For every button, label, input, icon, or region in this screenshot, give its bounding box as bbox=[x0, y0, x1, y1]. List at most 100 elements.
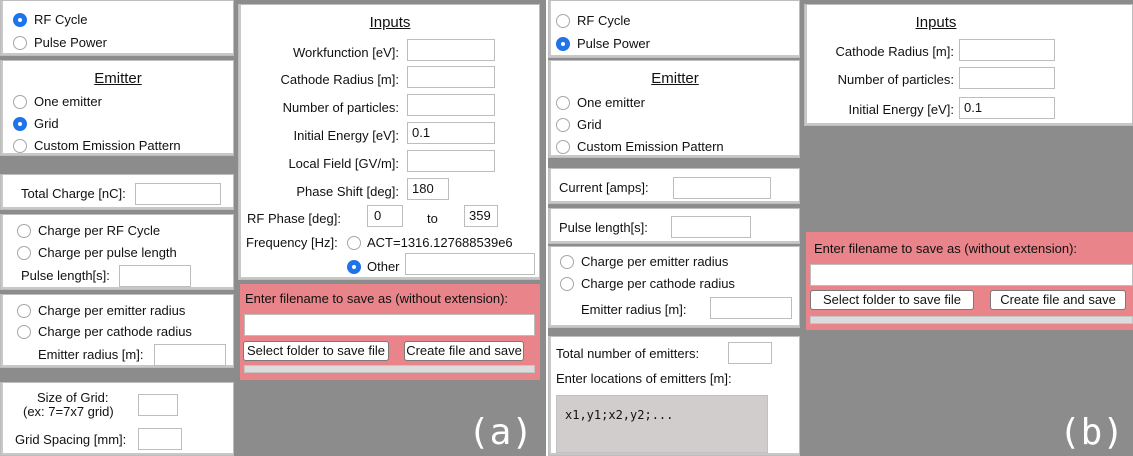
emitter-radius-label: Emitter radius [m]: bbox=[38, 347, 144, 362]
emitter-title: Emitter bbox=[94, 70, 142, 87]
workfunction-input[interactable] bbox=[407, 39, 495, 61]
emitter-grid-radio[interactable] bbox=[13, 117, 27, 131]
phase-shift-label: Phase Shift [deg]: bbox=[296, 184, 399, 199]
panel-label-a: (a) bbox=[468, 412, 534, 453]
total-charge-input[interactable] bbox=[135, 183, 221, 205]
charge-radius-box: Charge per emitter radius Charge per cat… bbox=[0, 294, 234, 368]
inputs-title: Inputs bbox=[915, 14, 957, 31]
cathode-radius-label: Cathode Radius [m]: bbox=[280, 72, 399, 87]
initial-energy-label: Initial Energy [eV]: bbox=[293, 128, 400, 143]
charge-pulse-label: Charge per pulse length bbox=[38, 245, 177, 260]
cathode-radius-input[interactable] bbox=[959, 39, 1055, 61]
panel-b: RF Cycle Pulse Power Emitter One emitter… bbox=[548, 0, 1133, 456]
charge-cathode-radius-radio[interactable] bbox=[17, 325, 31, 339]
num-particles-input[interactable] bbox=[407, 94, 495, 116]
emitter-radius-input[interactable] bbox=[154, 344, 226, 366]
mode-pulse-label: Pulse Power bbox=[34, 35, 107, 50]
inputs-box: Inputs Cathode Radius [m]: Number of par… bbox=[804, 4, 1133, 126]
emitter-radius-label: Emitter radius [m]: bbox=[581, 302, 687, 317]
save-scrollbar[interactable] bbox=[810, 316, 1133, 324]
charge-cathode-radius-label: Charge per cathode radius bbox=[581, 276, 735, 291]
total-charge-label: Total Charge [nC]: bbox=[21, 186, 126, 201]
charge-cathode-radius-radio[interactable] bbox=[560, 277, 574, 291]
freq-act-radio[interactable] bbox=[347, 236, 361, 250]
charge-radius-box: Charge per emitter radius Charge per cat… bbox=[548, 246, 800, 328]
filename-prompt: Enter filename to save as (without exten… bbox=[245, 291, 509, 306]
emitter-one-radio[interactable] bbox=[556, 96, 570, 110]
pulse-length-label: Pulse length[s]: bbox=[21, 268, 110, 283]
initial-energy-input[interactable]: 0.1 bbox=[407, 122, 495, 144]
charge-cathode-radius-label: Charge per cathode radius bbox=[38, 324, 192, 339]
freq-other-radio[interactable] bbox=[347, 260, 361, 274]
pulse-length-input[interactable] bbox=[119, 265, 191, 287]
emitter-grid-label: Grid bbox=[34, 116, 59, 131]
local-field-label: Local Field [GV/m]: bbox=[288, 156, 399, 171]
rf-phase-from-input[interactable]: 0 bbox=[367, 205, 403, 227]
pulse-length-box: Pulse length[s]: bbox=[548, 208, 800, 244]
charge-emitter-radius-radio[interactable] bbox=[17, 304, 31, 318]
filename-prompt: Enter filename to save as (without exten… bbox=[814, 241, 1078, 256]
cathode-radius-input[interactable] bbox=[407, 66, 495, 88]
freq-other-label: Other bbox=[367, 259, 400, 274]
workfunction-label: Workfunction [eV]: bbox=[293, 45, 399, 60]
charge-emitter-radius-label: Charge per emitter radius bbox=[38, 303, 186, 318]
emitter-grid-label: Grid bbox=[577, 117, 602, 132]
phase-shift-input[interactable]: 180 bbox=[407, 178, 449, 200]
initial-energy-input[interactable]: 0.1 bbox=[959, 97, 1055, 119]
grid-spacing-label: Grid Spacing [mm]: bbox=[15, 432, 127, 447]
pulse-length-input[interactable] bbox=[671, 216, 751, 238]
inputs-box: Inputs Workfunction [eV]: Cathode Radius… bbox=[238, 4, 540, 280]
freq-other-input[interactable] bbox=[405, 253, 535, 275]
charge-pulse-radio[interactable] bbox=[17, 246, 31, 260]
num-particles-input[interactable] bbox=[959, 67, 1055, 89]
rf-phase-to-input[interactable]: 359 bbox=[464, 205, 498, 227]
mode-rf-label: RF Cycle bbox=[577, 13, 631, 28]
pulse-length-label: Pulse length[s]: bbox=[559, 220, 648, 235]
initial-energy-label: Initial Energy [eV]: bbox=[848, 102, 955, 117]
create-file-button[interactable]: Create file and save bbox=[404, 341, 524, 361]
mode-pulse-radio[interactable] bbox=[556, 37, 570, 51]
rf-phase-label: RF Phase [deg]: bbox=[247, 211, 341, 226]
select-folder-button[interactable]: Select folder to save file bbox=[243, 341, 389, 361]
locations-box: Total number of emitters: Enter location… bbox=[548, 336, 800, 456]
grid-spacing-input[interactable] bbox=[138, 428, 182, 450]
charge-rf-radio[interactable] bbox=[17, 224, 31, 238]
panel-label-b: (b) bbox=[1059, 412, 1125, 453]
current-box: Current [amps]: bbox=[548, 168, 800, 204]
frequency-label: Frequency [Hz]: bbox=[246, 235, 338, 250]
mode-rf-label: RF Cycle bbox=[34, 12, 88, 27]
cathode-radius-label: Cathode Radius [m]: bbox=[835, 44, 954, 59]
mode-rf-radio[interactable] bbox=[13, 13, 27, 27]
emitter-box: Emitter One emitter Grid Custom Emission… bbox=[0, 60, 234, 156]
current-input[interactable] bbox=[673, 177, 771, 199]
num-particles-label: Number of particles: bbox=[837, 72, 954, 87]
local-field-input[interactable] bbox=[407, 150, 495, 172]
panel-a: RF Cycle Pulse Power Emitter One emitter… bbox=[0, 0, 546, 456]
select-folder-button[interactable]: Select folder to save file bbox=[810, 290, 974, 310]
emitter-one-radio[interactable] bbox=[13, 95, 27, 109]
charge-mode-box: Charge per RF Cycle Charge per pulse len… bbox=[0, 214, 234, 290]
emitter-box: Emitter One emitter Grid Custom Emission… bbox=[548, 60, 800, 158]
mode-pulse-radio[interactable] bbox=[13, 36, 27, 50]
charge-emitter-radius-radio[interactable] bbox=[560, 255, 574, 269]
total-emitters-label: Total number of emitters: bbox=[556, 346, 700, 361]
emitter-radius-input[interactable] bbox=[710, 297, 792, 319]
mode-box: RF Cycle Pulse Power bbox=[0, 0, 234, 56]
emitter-grid-radio[interactable] bbox=[556, 118, 570, 132]
total-charge-box: Total Charge [nC]: bbox=[0, 174, 234, 210]
freq-act-label: ACT=1316.127688539e6 bbox=[367, 235, 513, 250]
filename-input[interactable] bbox=[810, 264, 1133, 286]
emitter-custom-radio[interactable] bbox=[13, 139, 27, 153]
filename-input[interactable] bbox=[244, 314, 535, 336]
save-box: Enter filename to save as (without exten… bbox=[806, 232, 1133, 330]
mode-rf-radio[interactable] bbox=[556, 14, 570, 28]
inputs-title: Inputs bbox=[369, 14, 411, 31]
create-file-button[interactable]: Create file and save bbox=[990, 290, 1126, 310]
num-particles-label: Number of particles: bbox=[282, 100, 399, 115]
grid-size-input[interactable] bbox=[138, 394, 178, 416]
mode-box: RF Cycle Pulse Power bbox=[548, 0, 800, 58]
total-emitters-input[interactable] bbox=[728, 342, 772, 364]
locations-textarea[interactable]: x1,y1;x2,y2;... bbox=[556, 395, 768, 453]
save-scrollbar[interactable] bbox=[244, 365, 535, 373]
emitter-custom-radio[interactable] bbox=[556, 140, 570, 154]
